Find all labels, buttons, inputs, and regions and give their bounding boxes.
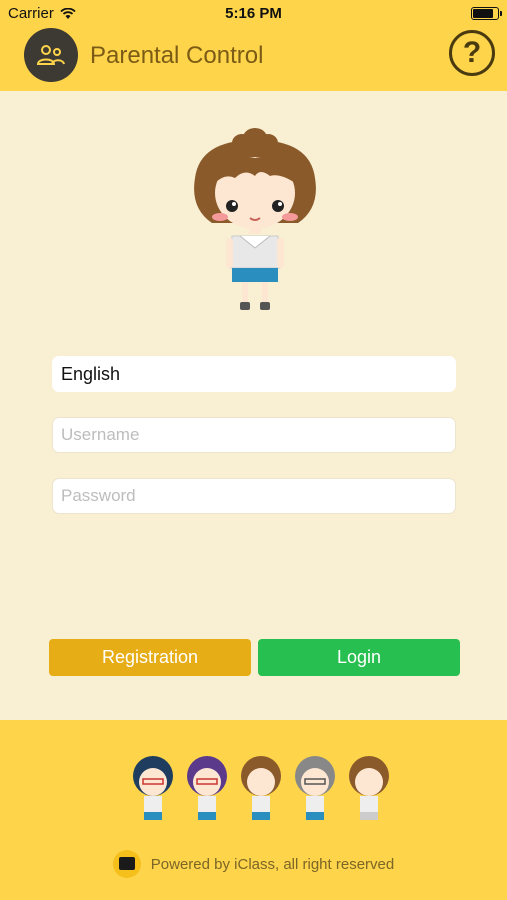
- password-input[interactable]: [61, 486, 455, 506]
- battery-icon: [471, 7, 502, 20]
- iclass-logo-icon: [112, 850, 141, 878]
- help-button[interactable]: ?: [449, 30, 495, 76]
- powered-by-text: Powered by iClass, all right reserved: [150, 855, 395, 873]
- help-icon: ?: [462, 36, 482, 69]
- username-input[interactable]: [61, 425, 455, 445]
- registration-button[interactable]: Registration: [49, 639, 251, 676]
- password-field[interactable]: [52, 478, 456, 514]
- page-title: Parental Control: [90, 42, 264, 69]
- powered-by: Powered by iClass, all right reserved: [0, 850, 507, 878]
- login-button[interactable]: Login: [258, 639, 460, 676]
- parents-icon: [24, 28, 78, 82]
- characters-illustration: [133, 756, 389, 820]
- status-bar: Carrier 5:16 PM: [0, 0, 507, 28]
- footer: Powered by iClass, all right reserved: [0, 720, 507, 900]
- clock: 5:16 PM: [225, 5, 282, 22]
- username-field[interactable]: [52, 417, 456, 453]
- language-value: English: [61, 363, 121, 384]
- nav-bar: Parental Control ?: [0, 28, 507, 91]
- language-selector[interactable]: English: [52, 356, 456, 392]
- mascot-illustration: [194, 128, 316, 310]
